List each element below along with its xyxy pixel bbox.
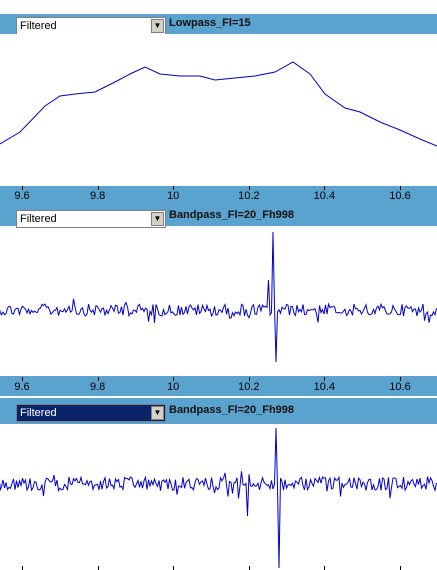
x-tick-mark <box>97 566 99 570</box>
chevron-down-icon[interactable]: ▼ <box>151 406 164 420</box>
panel-3-title: Bandpass_Fl=20_Fh998 <box>169 404 295 416</box>
x-tick-label: 10.4 <box>313 381 336 393</box>
x-tick-mark <box>22 566 23 570</box>
x-tick-label: 9.8 <box>89 190 106 202</box>
x-tick-mark <box>248 566 250 570</box>
x-tick-label: 10 <box>167 381 180 393</box>
x-tick-label: 10.6 <box>389 381 411 393</box>
x-tick-label: 10.2 <box>238 381 260 393</box>
panel-2-xaxis <box>0 376 437 396</box>
x-tick-label: 9.6 <box>14 381 30 393</box>
panel-1-plot[interactable] <box>0 34 437 186</box>
panel-1-title: Lowpass_Fl=15 <box>169 17 251 29</box>
x-tick-mark <box>173 566 175 570</box>
panel-3-filter-value: Filtered <box>20 407 57 419</box>
x-tick-mark <box>324 566 326 570</box>
lowpass-trace <box>0 61 437 147</box>
x-tick-label: 9.8 <box>89 381 106 393</box>
panel-1-xaxis <box>0 186 437 206</box>
panel-3-trace-svg <box>0 427 437 569</box>
x-tick-label: 10.2 <box>238 190 260 202</box>
chevron-down-icon[interactable]: ▼ <box>151 19 164 33</box>
x-tick-label: 9.6 <box>14 190 30 202</box>
panel-2-filter-value: Filtered <box>20 213 57 225</box>
panel-3-filter-select[interactable]: Filtered ▼ <box>16 404 166 422</box>
panel-2-title: Bandpass_Fl=20_Fh998 <box>169 209 295 221</box>
panel-2-trace-svg <box>0 231 437 363</box>
panel-1-filter-select[interactable]: Filtered ▼ <box>16 17 166 35</box>
panel-1-filter-value: Filtered <box>20 20 57 32</box>
panel-3-plot[interactable] <box>0 424 437 570</box>
panel-2-plot[interactable] <box>0 230 437 380</box>
x-tick-label: 10.4 <box>313 190 336 202</box>
x-tick-label: 10.6 <box>389 190 411 202</box>
chevron-down-icon[interactable]: ▼ <box>151 212 164 226</box>
x-tick-mark <box>400 566 401 570</box>
bandpass-trace-2 <box>0 427 437 569</box>
x-tick-label: 10 <box>167 190 180 202</box>
panel-1-trace-svg <box>0 61 437 147</box>
bandpass-trace-1 <box>0 231 437 363</box>
panel-2-filter-select[interactable]: Filtered ▼ <box>16 210 166 228</box>
